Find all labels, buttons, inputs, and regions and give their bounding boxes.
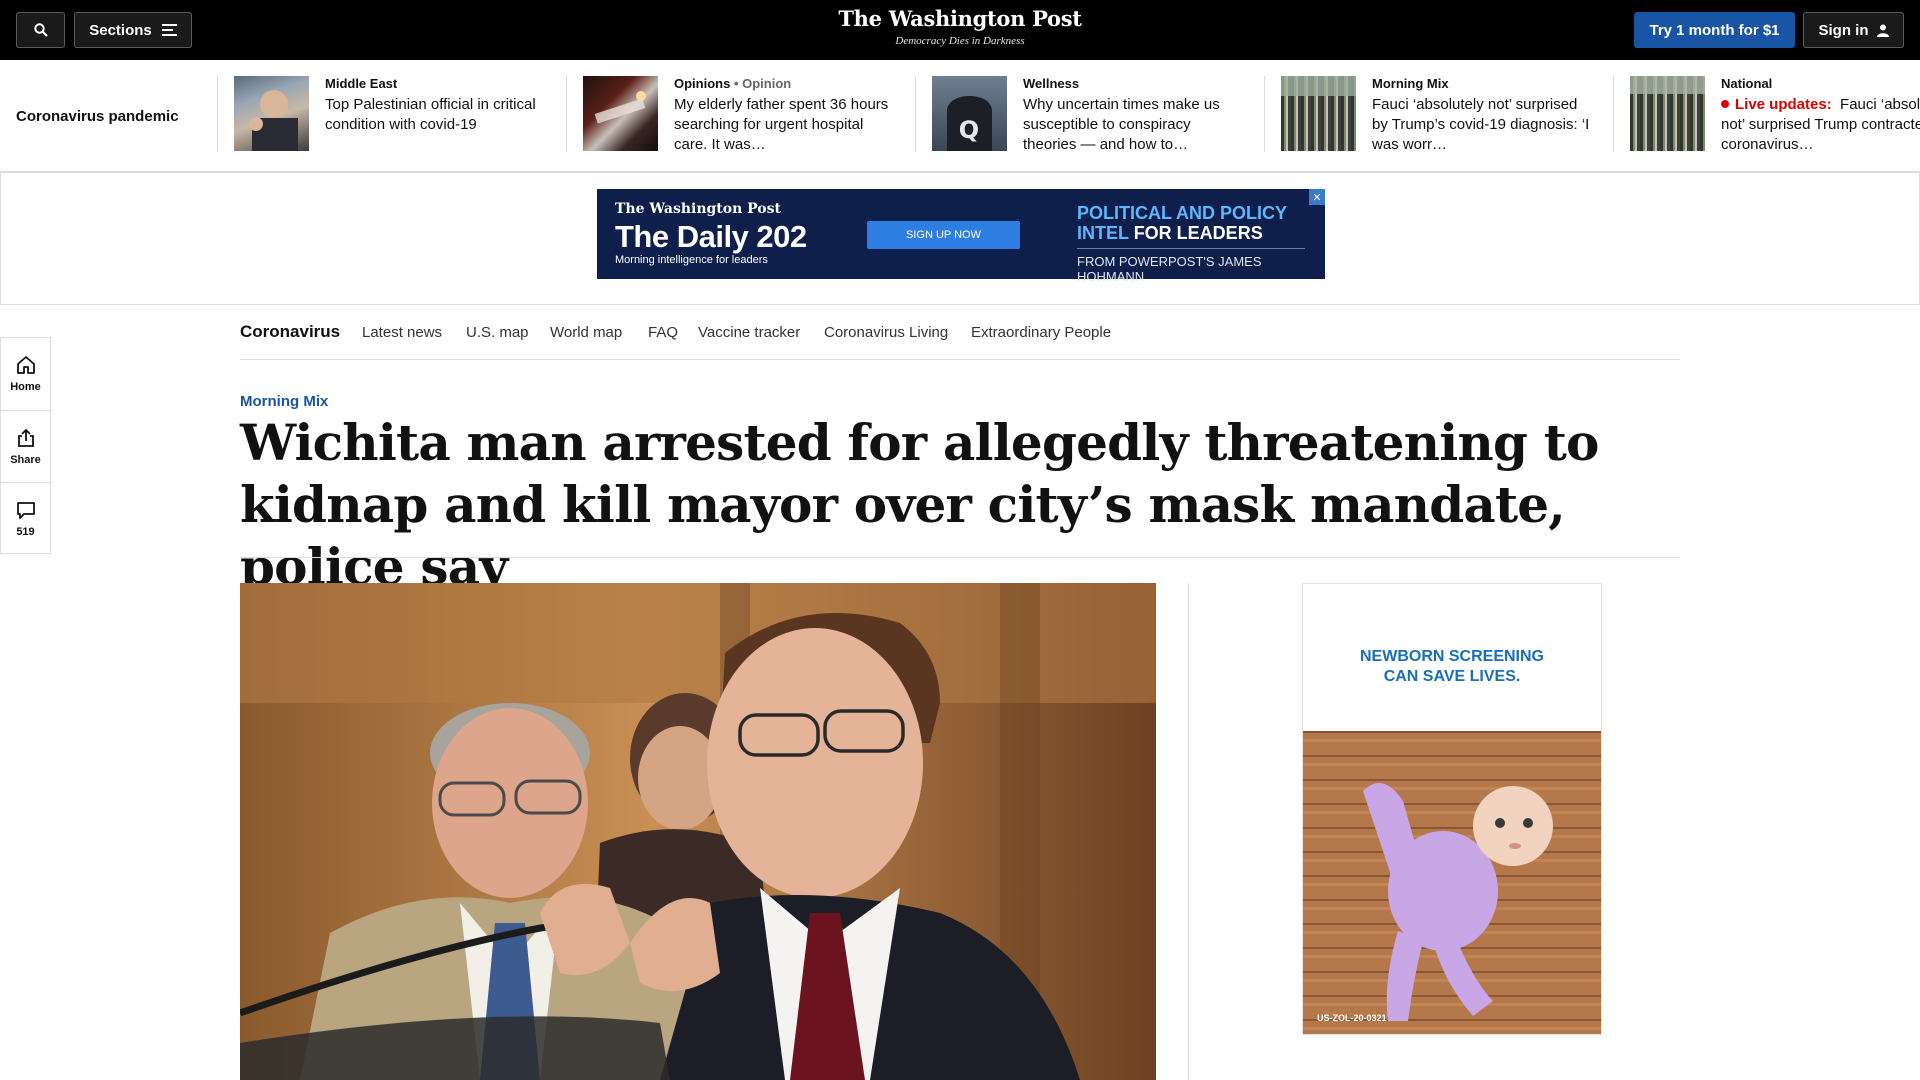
section-nav: Coronavirus Latest news U.S. map World m… bbox=[240, 305, 1680, 360]
ad-title: The Daily 202 bbox=[615, 219, 807, 254]
ad-close-icon[interactable]: ✕ bbox=[1309, 189, 1325, 205]
top-bar: Sections The Washington Post Democracy D… bbox=[0, 0, 1920, 60]
section-nav-link-faq[interactable]: FAQ bbox=[648, 324, 678, 341]
home-label: Home bbox=[10, 381, 41, 393]
sign-in-label: Sign in bbox=[1818, 21, 1869, 39]
ad-divider bbox=[1077, 248, 1305, 249]
strip-item[interactable]: Opinions • Opinion My elderly father spe… bbox=[566, 76, 915, 155]
ad-brand: The Washington Post bbox=[615, 201, 781, 217]
sign-in-button[interactable]: Sign in bbox=[1803, 12, 1904, 48]
strip-thumbnail bbox=[234, 76, 309, 151]
strip-kicker[interactable]: Opinions • Opinion bbox=[674, 76, 791, 91]
strip-thumbnail bbox=[1630, 76, 1705, 151]
strip-item[interactable]: Q Wellness Why uncertain times make us s… bbox=[915, 76, 1264, 155]
sidebar-ad-line2: CAN SAVE LIVES. bbox=[1383, 668, 1521, 685]
home-button[interactable]: Home bbox=[1, 338, 50, 410]
sidebar-ad-headline: NEWBORN SCREENING CAN SAVE LIVES. bbox=[1303, 647, 1601, 687]
live-dot-icon bbox=[1721, 100, 1729, 108]
strip-headline[interactable]: Top Palestinian official in critical con… bbox=[325, 95, 547, 135]
menu-icon bbox=[161, 24, 177, 36]
section-nav-link-vaccine-tracker[interactable]: Vaccine tracker bbox=[698, 324, 800, 341]
strip-thumbnail: Q bbox=[932, 76, 1007, 151]
strip-kicker[interactable]: Middle East bbox=[325, 76, 397, 91]
logo-wordmark: The Washington Post bbox=[838, 6, 1082, 31]
column-divider bbox=[1188, 583, 1189, 1080]
daily-202-ad[interactable]: The Washington Post The Daily 202 Mornin… bbox=[597, 189, 1325, 284]
site-logo[interactable]: The Washington Post Democracy Dies in Da… bbox=[760, 6, 1160, 47]
lead-photo[interactable] bbox=[240, 583, 1156, 1080]
strip-item[interactable]: Morning Mix Fauci ‘absolutely not’ surpr… bbox=[1264, 76, 1613, 155]
sections-button[interactable]: Sections bbox=[74, 12, 192, 48]
comment-icon bbox=[16, 501, 35, 519]
subscribe-button[interactable]: Try 1 month for $1 bbox=[1634, 12, 1795, 48]
ad-subtitle: Morning intelligence for leaders bbox=[615, 254, 768, 266]
home-icon bbox=[16, 356, 35, 374]
strip-headline[interactable]: My elderly father spent 36 hours searchi… bbox=[674, 95, 896, 155]
section-nav-title[interactable]: Coronavirus bbox=[240, 322, 340, 342]
sidebar-ad[interactable]: NEWBORN SCREENING CAN SAVE LIVES. US-ZOL… bbox=[1302, 583, 1602, 1035]
ad-pitch-line1: POLITICAL AND POLICY bbox=[1077, 203, 1288, 223]
section-nav-link-world-map[interactable]: World map bbox=[550, 324, 622, 341]
top-ad-band: The Washington Post The Daily 202 Mornin… bbox=[0, 172, 1920, 305]
sidebar-ad-code: US-ZOL-20-0321 bbox=[1317, 1013, 1387, 1023]
logo-tagline: Democracy Dies in Darkness bbox=[895, 35, 1025, 47]
user-icon bbox=[1876, 24, 1889, 37]
strip-headline[interactable]: Why uncertain times make us susceptible … bbox=[1023, 95, 1245, 155]
strip-kicker[interactable]: Morning Mix bbox=[1372, 76, 1449, 91]
sidebar-ad-image bbox=[1303, 731, 1601, 1034]
section-nav-link-extraordinary-people[interactable]: Extraordinary People bbox=[971, 324, 1111, 341]
headline-strip: Coronavirus pandemic Middle East Top Pal… bbox=[0, 60, 1920, 172]
left-action-rail: Home Share 519 bbox=[0, 337, 51, 554]
strip-kicker[interactable]: Wellness bbox=[1023, 76, 1079, 91]
section-nav-link-coronavirus-living[interactable]: Coronavirus Living bbox=[824, 324, 948, 341]
strip-headline[interactable]: Fauci ‘absolutely not’ surprised by Trum… bbox=[1372, 95, 1594, 155]
ad-pitch-line2a: INTEL bbox=[1077, 223, 1129, 243]
ad-pitch-line2b: FOR LEADERS bbox=[1133, 223, 1263, 243]
search-icon bbox=[33, 23, 48, 37]
svg-text:Q: Q bbox=[959, 116, 979, 144]
strip-headline[interactable]: Live updates: Fauci ‘absolutely not’ sur… bbox=[1721, 95, 1920, 155]
headline-divider bbox=[240, 557, 1680, 558]
section-nav-link-us-map[interactable]: U.S. map bbox=[466, 324, 529, 341]
ad-signup-button[interactable]: SIGN UP NOW bbox=[867, 221, 1020, 249]
comment-count: 519 bbox=[16, 525, 35, 538]
strip-thumbnail bbox=[1281, 76, 1356, 151]
strip-item[interactable]: National Live updates: Fauci ‘absolutely… bbox=[1613, 76, 1920, 155]
article-kicker[interactable]: Morning Mix bbox=[240, 393, 328, 410]
search-button[interactable] bbox=[16, 12, 65, 48]
share-button[interactable]: Share bbox=[1, 410, 50, 482]
ad-byline: FROM POWERPOST'S JAMES HOHMANN bbox=[1077, 254, 1262, 284]
section-nav-link-latest-news[interactable]: Latest news bbox=[362, 324, 442, 341]
sections-label: Sections bbox=[89, 21, 152, 39]
strip-kicker[interactable]: National bbox=[1721, 76, 1772, 91]
ad-pitch: POLITICAL AND POLICY INTEL FOR LEADERS bbox=[1077, 203, 1307, 243]
sidebar-ad-line1: NEWBORN SCREENING bbox=[1359, 648, 1544, 665]
live-updates-label: Live updates: bbox=[1735, 96, 1832, 113]
strip-label[interactable]: Coronavirus pandemic bbox=[16, 108, 179, 125]
share-label: Share bbox=[10, 453, 41, 466]
article-headline: Wichita man arrested for allegedly threa… bbox=[240, 413, 1599, 596]
share-icon bbox=[17, 428, 34, 447]
strip-kicker-text: Opinions bbox=[674, 76, 731, 91]
strip-item[interactable]: Middle East Top Palestinian official in … bbox=[217, 76, 566, 152]
opinion-label: • Opinion bbox=[733, 76, 792, 91]
strip-thumbnail bbox=[583, 76, 658, 151]
comments-button[interactable]: 519 bbox=[1, 482, 50, 554]
